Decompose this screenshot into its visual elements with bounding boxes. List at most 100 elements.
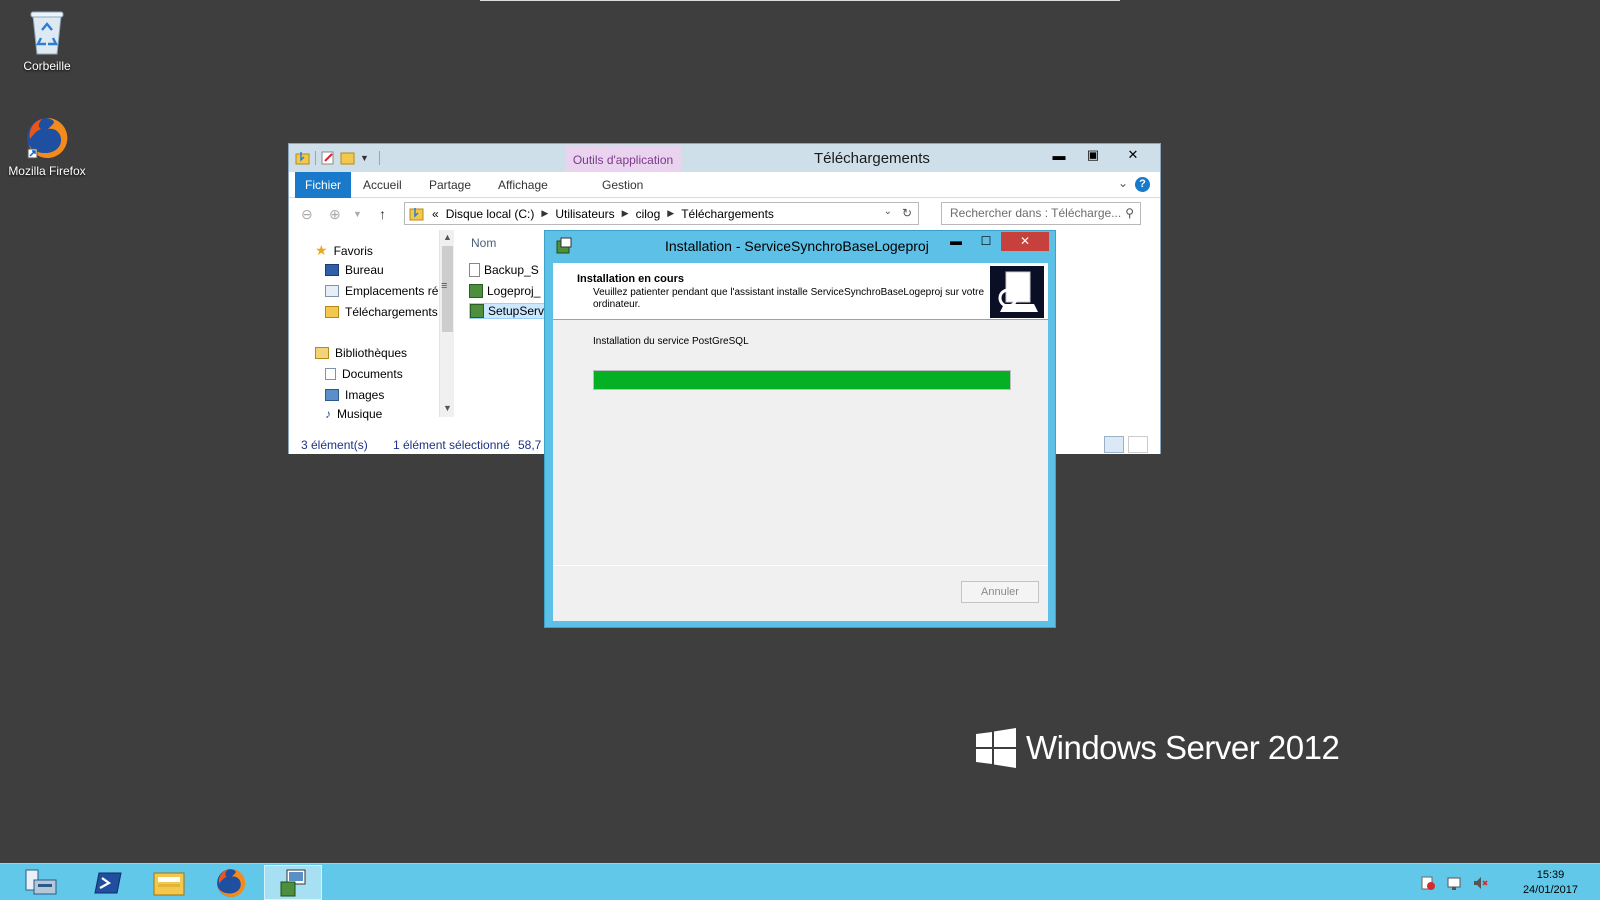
footer-divider	[553, 565, 1048, 566]
forward-icon[interactable]: ⊕	[329, 206, 341, 223]
close-button[interactable]: ✕	[1001, 232, 1049, 251]
windows-logo-icon	[976, 728, 1016, 768]
taskbar-powershell[interactable]	[79, 865, 137, 900]
folder-icon[interactable]	[295, 150, 311, 166]
star-icon: ★	[315, 242, 328, 258]
explorer-title: Téléchargements	[814, 150, 930, 167]
close-button[interactable]: ✕	[1110, 145, 1156, 165]
file-row-selected[interactable]: SetupServ	[469, 303, 546, 319]
context-tab-header: Outils d'application	[565, 145, 681, 172]
nav-label: Téléchargements	[345, 305, 438, 319]
address-dropdown-icon[interactable]: ⌄	[884, 206, 892, 217]
nav-bibliotheques[interactable]: Bibliothèques	[315, 346, 455, 360]
column-header-nom[interactable]: Nom	[471, 236, 496, 250]
progress-fill	[594, 371, 1010, 389]
selection-info: 1 élément sélectionné	[393, 438, 510, 452]
explorer-titlebar[interactable]: ▼ Outils d'application Téléchargements ▬…	[289, 144, 1160, 172]
installer-header: Installation en cours Veuillez patienter…	[553, 263, 1048, 320]
back-icon[interactable]: ⊖	[301, 206, 313, 223]
watermark-text: Windows Server 2012	[1026, 729, 1340, 766]
desktop-icon-label: Corbeille	[23, 59, 71, 73]
details-view-icon[interactable]	[1104, 436, 1124, 453]
installer-window[interactable]: Installation - ServiceSynchroBaseLogepro…	[544, 230, 1056, 628]
nav-label: Bibliothèques	[335, 346, 408, 360]
install-status-text: Installation du service PostGreSQL	[593, 336, 749, 347]
help-icon[interactable]: ?	[1135, 177, 1150, 192]
taskbar-firefox[interactable]	[202, 865, 260, 900]
cancel-button[interactable]: Annuler	[961, 581, 1039, 603]
splitter-grip-icon[interactable]: ≡	[441, 280, 447, 292]
volume-muted-icon[interactable]	[1472, 875, 1488, 891]
server-manager-icon	[25, 869, 57, 894]
minimize-button[interactable]: ▬	[941, 232, 971, 251]
chevron-down-icon[interactable]: ⌄	[1118, 176, 1128, 190]
file-name: SetupServ	[488, 304, 545, 318]
installer-app-icon	[556, 237, 572, 254]
tray-icons	[1420, 875, 1488, 891]
nav-favoris[interactable]: ★ Favoris	[315, 242, 455, 259]
installer-titlebar[interactable]: Installation - ServiceSynchroBaseLogepro…	[545, 231, 1055, 261]
search-placeholder: Rechercher dans : Télécharge...	[950, 206, 1122, 220]
up-arrow-icon[interactable]: ↑	[379, 206, 386, 222]
minimize-icon: ▬	[950, 234, 962, 248]
minimize-icon: ▬	[1052, 147, 1066, 163]
file-row[interactable]: Backup_S	[469, 263, 539, 277]
tab-partage[interactable]: Partage	[419, 172, 481, 198]
tab-affichage[interactable]: Affichage	[488, 172, 558, 198]
new-folder-icon[interactable]	[340, 150, 356, 166]
nav-label: Emplacements ré	[345, 284, 439, 298]
nav-label: Images	[345, 388, 385, 402]
taskbar-installer[interactable]	[264, 865, 322, 900]
nav-label: Musique	[337, 407, 383, 421]
quick-access-toolbar: ▼	[295, 150, 380, 166]
breadcrumb-cilog[interactable]: cilog	[636, 207, 661, 221]
address-bar[interactable]: « Disque local (C:) ▶ Utilisateurs ▶ cil…	[404, 202, 919, 225]
breadcrumb-separator-icon[interactable]: ▶	[622, 208, 629, 219]
powershell-icon	[94, 872, 122, 893]
clock-time: 15:39	[1536, 869, 1565, 881]
search-input[interactable]: Rechercher dans : Télécharge... ⚲	[941, 202, 1141, 225]
network-icon[interactable]	[1446, 875, 1462, 891]
maximize-button[interactable]: ▣	[1076, 145, 1110, 165]
action-center-alert-icon[interactable]	[1420, 875, 1436, 891]
breadcrumb-separator-icon[interactable]: ▶	[541, 208, 548, 219]
setup-file-icon	[470, 304, 484, 318]
taskbar: 15:39 24/01/2017	[0, 863, 1600, 900]
desktop-icon-recycle-bin[interactable]: Corbeille	[0, 8, 97, 73]
file-row[interactable]: Logeproj_	[469, 284, 540, 298]
tab-fichier[interactable]: Fichier	[295, 172, 352, 198]
properties-icon[interactable]	[320, 150, 336, 166]
navigation-pane: ★ Favoris Bureau Emplacements ré Télécha…	[289, 230, 443, 436]
images-icon	[325, 389, 339, 401]
maximize-icon: ▣	[1086, 147, 1100, 162]
explorer-window-buttons: ▬ ▣ ✕	[1042, 145, 1156, 165]
minimize-button[interactable]: ▬	[1042, 145, 1076, 165]
scroll-down-icon[interactable]: ▼	[443, 403, 452, 413]
breadcrumb-utilisateurs[interactable]: Utilisateurs	[555, 207, 614, 221]
breadcrumb-disque[interactable]: Disque local (C:)	[446, 207, 535, 221]
file-name: Logeproj_	[487, 284, 541, 298]
clock[interactable]: 15:39 24/01/2017	[1523, 868, 1578, 898]
downloads-folder-icon	[325, 306, 339, 318]
large-icons-view-icon[interactable]	[1128, 436, 1148, 453]
clock-date: 24/01/2017	[1522, 884, 1578, 896]
breadcrumb-telechargements[interactable]: Téléchargements	[681, 207, 774, 221]
recent-locations-icon[interactable]: ▼	[353, 209, 362, 219]
taskbar-file-explorer[interactable]	[140, 865, 198, 900]
maximize-button[interactable]: ☐	[971, 232, 1001, 251]
breadcrumb-separator-icon[interactable]: ▶	[667, 208, 674, 219]
tab-accueil[interactable]: Accueil	[353, 172, 412, 198]
tab-gestion[interactable]: Gestion	[592, 172, 653, 198]
page-heading: Installation en cours	[577, 273, 684, 285]
file-name: Backup_S	[484, 263, 539, 277]
taskbar-server-manager[interactable]	[12, 865, 70, 900]
ribbon-tabs: Fichier Accueil Partage Affichage Gestio…	[289, 172, 1160, 198]
navigation-scrollbar[interactable]: ▲ ▼	[439, 230, 454, 417]
desktop-icon-firefox[interactable]: Mozilla Firefox	[0, 115, 97, 178]
customize-qat-icon[interactable]: ▼	[360, 153, 369, 163]
search-icon[interactable]: ⚲	[1125, 206, 1134, 220]
scroll-up-icon[interactable]: ▲	[443, 232, 452, 242]
breadcrumb-overflow[interactable]: «	[432, 207, 439, 221]
refresh-icon[interactable]: ↻	[902, 206, 912, 220]
recycle-bin-icon	[30, 11, 64, 55]
